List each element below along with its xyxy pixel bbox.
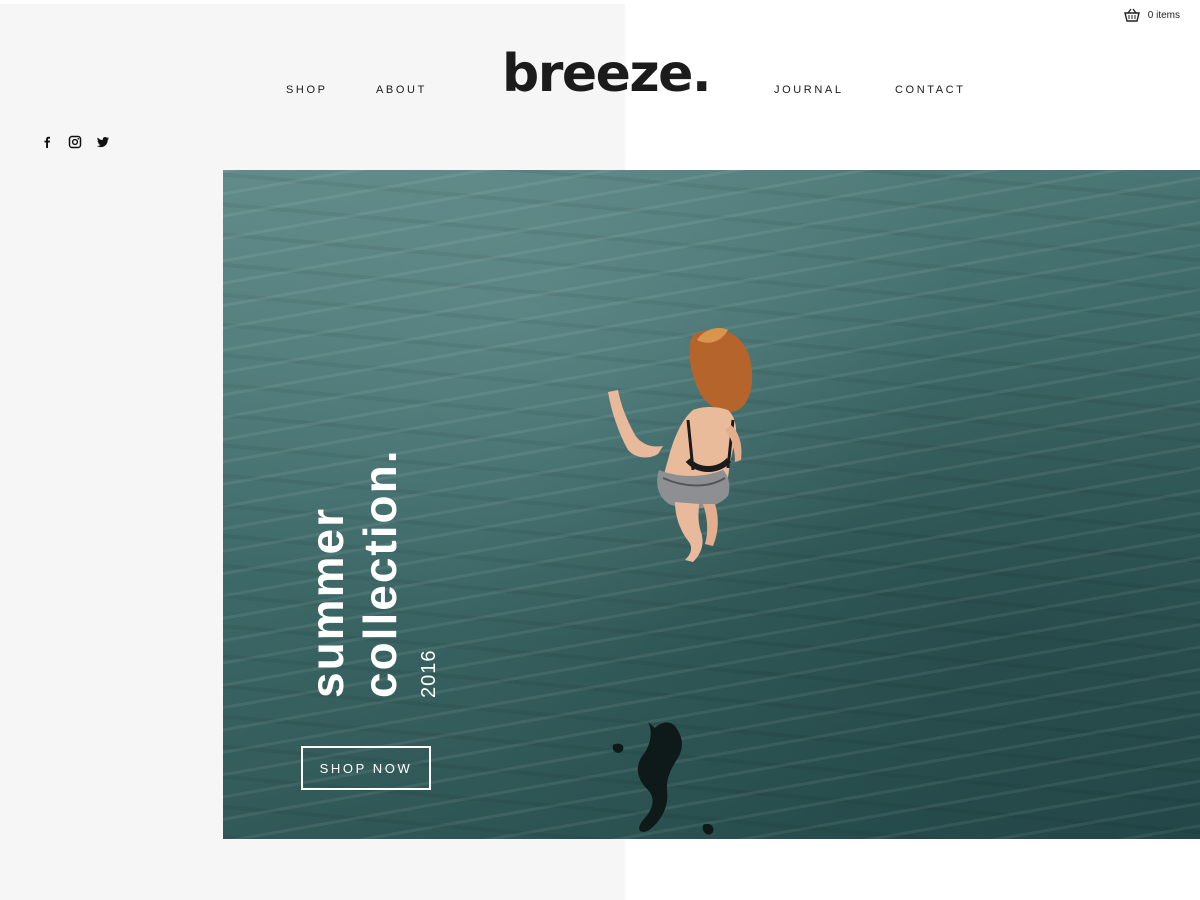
cart-link[interactable]: 0 items [1123, 8, 1180, 22]
hero-year: 2016 [418, 649, 440, 699]
nav-contact[interactable]: CONTACT [895, 84, 966, 96]
brand-logo[interactable]: breeze. [502, 48, 712, 100]
nav-journal[interactable]: JOURNAL [774, 84, 844, 96]
facebook-icon[interactable] [40, 135, 54, 149]
cart-count: 0 items [1147, 9, 1180, 21]
hero-banner: summer collection. 2016 SHOP NOW [223, 170, 1200, 839]
nav-about[interactable]: ABOUT [376, 84, 427, 96]
social-links [40, 135, 110, 149]
hero-title-line2: collection. [354, 448, 406, 698]
nav-shop[interactable]: SHOP [286, 84, 328, 96]
hero-title-line1: summer [301, 507, 353, 698]
shop-now-button[interactable]: SHOP NOW [301, 746, 431, 790]
basket-icon [1123, 8, 1140, 22]
twitter-icon[interactable] [96, 135, 110, 149]
instagram-icon[interactable] [68, 135, 82, 149]
